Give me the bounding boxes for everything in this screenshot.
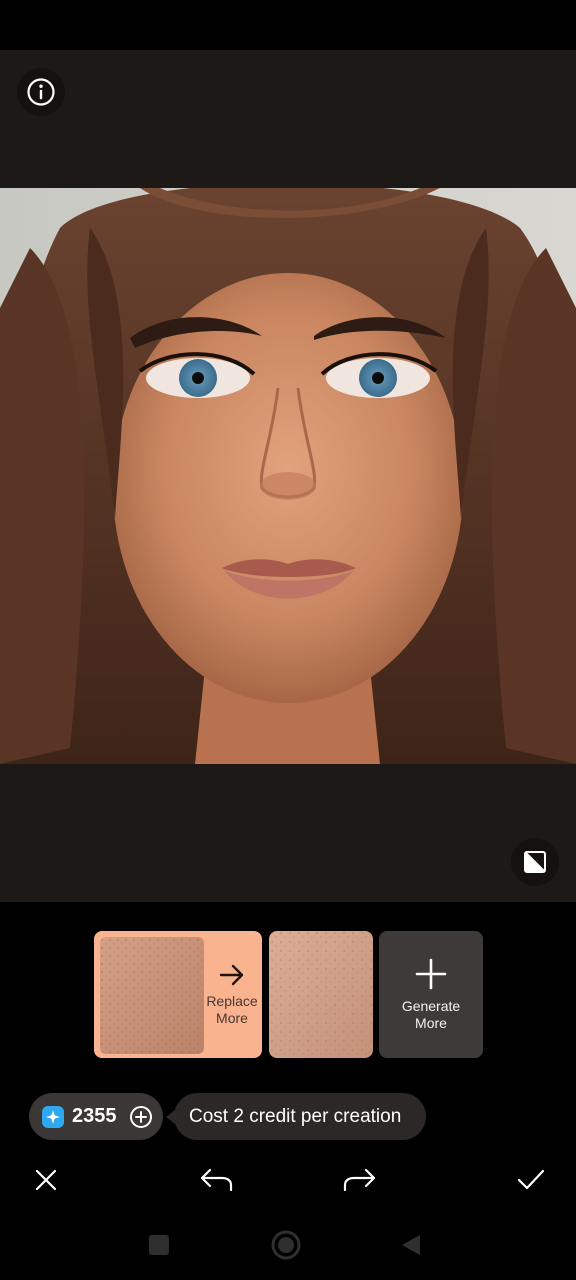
back-triangle-icon: [402, 1235, 420, 1255]
home-button[interactable]: [270, 1229, 302, 1261]
info-button[interactable]: [17, 68, 65, 116]
cost-tooltip: Cost 2 credit per creation: [166, 1093, 426, 1140]
undo-button[interactable]: [194, 1158, 238, 1202]
system-nav-bar: [0, 1212, 576, 1280]
back-button[interactable]: [400, 1233, 422, 1257]
confirm-button[interactable]: [509, 1158, 553, 1202]
credit-shield-icon: [42, 1105, 64, 1128]
portrait-photo: [0, 188, 576, 764]
generate-more-label: Generate More: [401, 997, 461, 1031]
close-icon: [35, 1169, 57, 1191]
home-circle-icon: [271, 1230, 301, 1260]
replace-more-button[interactable]: Replace More: [204, 933, 260, 1056]
redo-icon: [343, 1168, 376, 1192]
replace-more-label: Replace More: [206, 992, 258, 1026]
compare-icon: [524, 851, 546, 873]
compare-button[interactable]: [511, 838, 559, 886]
check-icon: [517, 1169, 545, 1190]
square-icon: [149, 1235, 169, 1255]
variant-thumbnail[interactable]: [269, 931, 373, 1058]
cancel-button[interactable]: [24, 1158, 68, 1202]
add-credit-icon[interactable]: [129, 1105, 153, 1129]
skin-texture-thumbnail: [100, 937, 204, 1054]
plus-icon: [415, 958, 447, 989]
status-bar: [0, 0, 576, 50]
credits-pill[interactable]: 2355: [29, 1093, 163, 1140]
variant-selected[interactable]: Replace More: [94, 931, 262, 1058]
arrow-right-icon: [219, 964, 244, 985]
undo-icon: [200, 1168, 233, 1192]
redo-button[interactable]: [338, 1158, 382, 1202]
generate-more-button[interactable]: Generate More: [379, 931, 483, 1058]
credit-count: 2355: [72, 1105, 117, 1127]
recent-apps-button[interactable]: [148, 1234, 170, 1256]
info-icon: [27, 78, 55, 106]
